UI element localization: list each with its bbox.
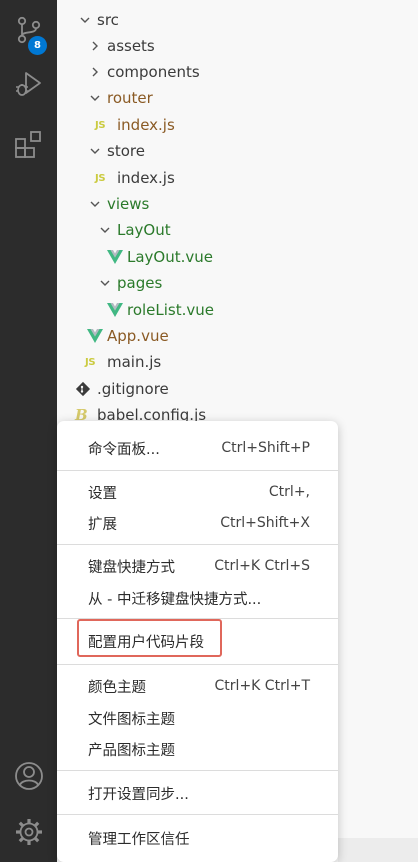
extensions-icon — [14, 129, 44, 159]
tree-item-rolelist-vue[interactable]: roleList.vue — [107, 297, 214, 323]
tree-item-label: roleList.vue — [127, 301, 215, 319]
menu-item-label: 配置用户代码片段 — [88, 634, 204, 651]
menu-item-settings[interactable]: 设置 Ctrl+, — [57, 477, 338, 507]
menu-item-label: 颜色主题 — [88, 679, 146, 696]
js-file-icon: JS — [85, 356, 96, 368]
tree-item-label: assets — [107, 37, 155, 55]
tree-item-layout-vue[interactable]: LayOut.vue — [107, 244, 213, 270]
status-strip — [338, 838, 418, 862]
tree-item-components[interactable]: components — [87, 59, 200, 85]
menu-separator — [57, 470, 338, 471]
tree-item-label: store — [107, 142, 145, 160]
menu-item-configure-user-snippets[interactable]: 配置用户代码片段 — [57, 626, 338, 656]
accounts-button[interactable] — [0, 752, 57, 800]
tree-item-label: router — [107, 89, 153, 107]
git-icon — [75, 381, 91, 397]
menu-item-workspace-trust[interactable]: 管理工作区信任 — [57, 823, 338, 853]
tree-item-assets[interactable]: assets — [87, 33, 155, 59]
menu-item-shortcut: Ctrl+Shift+P — [221, 440, 310, 456]
tree-item-router[interactable]: router — [87, 85, 153, 111]
tree-item-views[interactable]: views — [87, 191, 149, 217]
tree-item-pages[interactable]: pages — [97, 270, 162, 296]
menu-item-shortcut: Ctrl+K Ctrl+T — [214, 678, 310, 694]
manage-gear-icon — [14, 817, 44, 847]
menu-item-keyboard-shortcuts[interactable]: 键盘快捷方式 Ctrl+K Ctrl+S — [57, 551, 338, 581]
menu-item-label: 从 - 中迁移键盘快捷方式... — [88, 591, 262, 608]
menu-item-product-icon-theme[interactable]: 产品图标主题 — [57, 734, 338, 764]
tree-item-label: App.vue — [107, 327, 169, 345]
tree-item-main-js[interactable]: JS main.js — [85, 349, 161, 375]
menu-item-extensions[interactable]: 扩展 Ctrl+Shift+X — [57, 508, 338, 538]
menu-item-label: 设置 — [88, 485, 117, 502]
activity-bar: 8 — [0, 0, 57, 862]
chevron-down-icon — [87, 196, 103, 212]
account-icon — [14, 761, 44, 791]
tree-item-label: index.js — [117, 169, 175, 187]
tree-item-label: pages — [117, 274, 163, 292]
tree-item-label: components — [107, 63, 200, 81]
tree-item-label: src — [97, 11, 119, 29]
menu-item-label: 打开设置同步... — [88, 786, 189, 803]
tree-item-label: views — [107, 195, 150, 213]
vue-file-icon — [107, 250, 123, 264]
menu-separator — [57, 814, 338, 815]
manage-button[interactable] — [0, 808, 57, 856]
js-file-icon: JS — [95, 119, 106, 131]
menu-item-migrate-keybindings[interactable]: 从 - 中迁移键盘快捷方式... — [57, 583, 338, 613]
tree-item-gitignore[interactable]: .gitignore — [75, 376, 169, 402]
tree-item-src[interactable]: src — [77, 7, 119, 33]
menu-separator — [57, 770, 338, 771]
extensions-button[interactable] — [0, 120, 57, 168]
tree-item-label: LayOut — [117, 221, 171, 239]
menu-item-shortcut: Ctrl+, — [268, 484, 310, 500]
menu-separator — [57, 544, 338, 545]
chevron-down-icon — [77, 12, 93, 28]
tree-item-store-index[interactable]: JS index.js — [95, 165, 175, 191]
tree-item-label: main.js — [107, 353, 162, 371]
menu-item-command-palette[interactable]: 命令面板... Ctrl+Shift+P — [57, 433, 338, 463]
menu-item-label: 命令面板... — [88, 441, 160, 458]
menu-item-label: 扩展 — [88, 516, 117, 533]
tree-item-label: index.js — [117, 116, 175, 134]
source-control-button[interactable]: 8 — [0, 6, 57, 55]
menu-item-settings-sync[interactable]: 打开设置同步... — [57, 778, 338, 808]
tree-item-label: .gitignore — [97, 380, 169, 398]
menu-item-shortcut: Ctrl+Shift+X — [220, 515, 310, 531]
tree-item-app-vue[interactable]: App.vue — [87, 323, 169, 349]
tree-item-store[interactable]: store — [87, 138, 145, 164]
tree-item-layout-folder[interactable]: LayOut — [97, 217, 171, 243]
menu-item-label: 文件图标主题 — [88, 711, 175, 728]
vue-file-icon — [87, 329, 103, 343]
chevron-down-icon — [87, 143, 103, 159]
menu-item-file-icon-theme[interactable]: 文件图标主题 — [57, 703, 338, 733]
vue-file-icon — [107, 303, 123, 317]
chevron-right-icon — [87, 38, 103, 54]
run-debug-icon — [14, 70, 44, 98]
tree-item-label: LayOut.vue — [127, 248, 214, 266]
menu-item-shortcut: Ctrl+K Ctrl+S — [214, 558, 310, 574]
tree-item-router-index[interactable]: JS index.js — [95, 112, 175, 138]
source-control-badge: 8 — [28, 36, 47, 55]
run-debug-button[interactable] — [0, 60, 57, 108]
menu-item-label: 键盘快捷方式 — [88, 559, 175, 576]
menu-item-color-theme[interactable]: 颜色主题 Ctrl+K Ctrl+T — [57, 671, 338, 701]
menu-item-label: 产品图标主题 — [88, 742, 175, 759]
menu-separator — [57, 664, 338, 665]
chevron-down-icon — [97, 222, 113, 238]
menu-item-label: 管理工作区信任 — [88, 831, 190, 848]
chevron-down-icon — [97, 275, 113, 291]
chevron-right-icon — [87, 64, 103, 80]
chevron-down-icon — [87, 90, 103, 106]
manage-context-menu: 命令面板... Ctrl+Shift+P 设置 Ctrl+, 扩展 Ctrl+S… — [57, 421, 338, 862]
js-file-icon: JS — [95, 172, 106, 184]
